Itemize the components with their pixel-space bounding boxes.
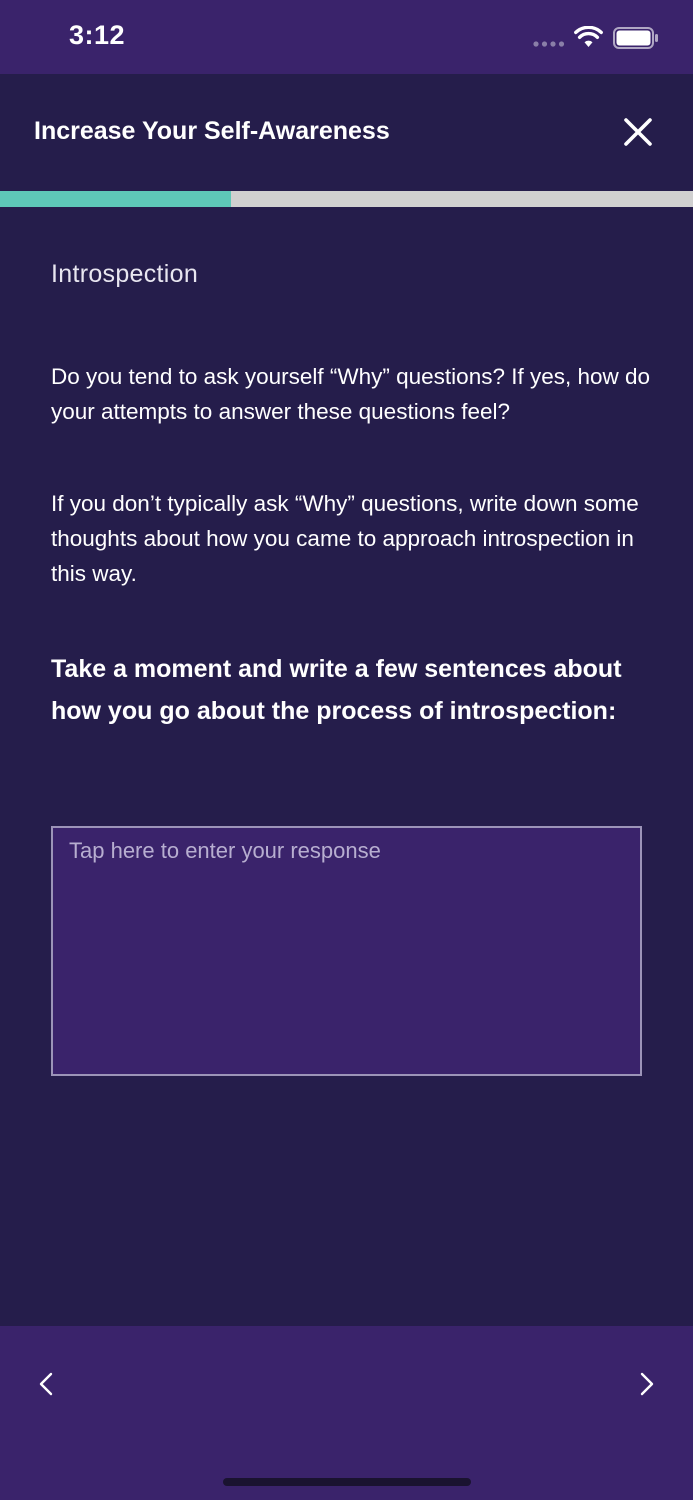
chevron-left-icon <box>39 1372 53 1396</box>
progress-bar <box>0 191 693 207</box>
chevron-right-icon <box>640 1372 654 1396</box>
response-input[interactable] <box>51 826 642 1076</box>
battery-icon <box>613 27 658 49</box>
wifi-icon <box>574 26 603 47</box>
next-button[interactable] <box>631 1366 663 1402</box>
page-title: Increase Your Self-Awareness <box>34 117 390 145</box>
status-time: 3:12 <box>69 20 126 50</box>
previous-button[interactable] <box>30 1366 62 1402</box>
close-icon <box>624 118 652 146</box>
home-indicator <box>223 1478 471 1486</box>
footer-nav <box>0 1326 693 1500</box>
writing-prompt: Take a moment and write a few sentences … <box>51 655 622 725</box>
progress-fill <box>0 191 231 207</box>
header: Increase Your Self-Awareness <box>0 74 693 191</box>
close-button[interactable] <box>618 112 658 152</box>
section-label: Introspection <box>51 260 199 288</box>
signal-dots-icon <box>533 41 565 47</box>
status-bar: 3:12 <box>0 0 693 74</box>
screen: 3:12 Increase Your Self-Awareness Intros… <box>0 0 693 1500</box>
alternate-paragraph: If you don’t typically ask “Why” questio… <box>51 491 639 586</box>
question-paragraph: Do you tend to ask yourself “Why” questi… <box>51 364 651 424</box>
